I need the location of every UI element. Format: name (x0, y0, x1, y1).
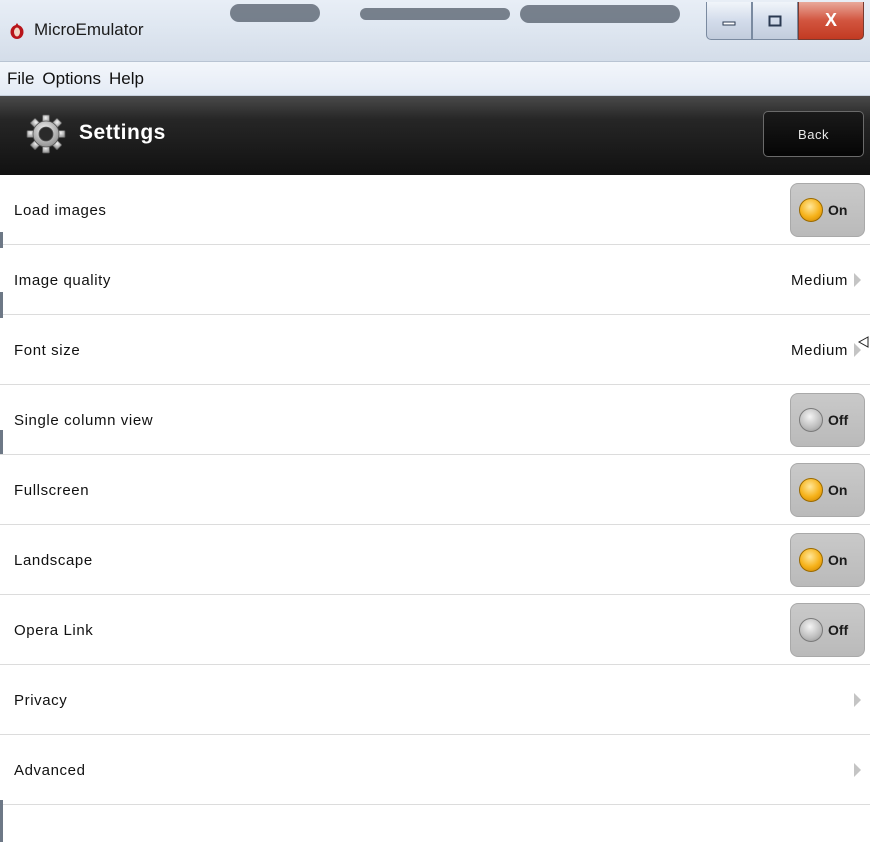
menu-help[interactable]: Help (106, 69, 147, 89)
gear-icon (26, 114, 66, 154)
toggle-state-text: On (828, 202, 848, 218)
maximize-icon (768, 15, 782, 26)
toggle-off-indicator-icon (799, 618, 823, 642)
titlebar-glass-streak (230, 4, 320, 22)
window-controls: X (706, 2, 864, 40)
window-edge-shadow (0, 800, 3, 842)
chevron-right-icon (854, 273, 861, 287)
close-button[interactable]: X (798, 2, 864, 40)
setting-value: Medium (791, 342, 848, 359)
opera-o-icon (10, 23, 24, 39)
titlebar-glass-streak (520, 5, 680, 23)
toggle-state-text: Off (828, 412, 849, 428)
setting-label: Opera Link (14, 622, 94, 639)
setting-value: Medium (791, 272, 848, 289)
chevron-right-icon (854, 763, 861, 777)
setting-label: Font size (14, 342, 81, 359)
setting-label: Single column view (14, 412, 154, 429)
setting-row-font-size[interactable]: Font size Medium (0, 315, 870, 385)
settings-list: Load images On Image quality Medium Font… (0, 175, 870, 805)
window-titlebar[interactable]: MicroEmulator X (0, 0, 870, 62)
chevron-right-icon (854, 693, 861, 707)
menu-options[interactable]: Options (39, 69, 104, 89)
setting-row-privacy[interactable]: Privacy (0, 665, 870, 735)
setting-label: Load images (14, 202, 107, 219)
setting-label: Landscape (14, 552, 93, 569)
toggle-on-indicator-icon (799, 548, 823, 572)
setting-label: Privacy (14, 692, 68, 709)
setting-label: Advanced (14, 762, 86, 779)
setting-row-landscape[interactable]: Landscape On (0, 525, 870, 595)
toggle-on-indicator-icon (799, 198, 823, 222)
setting-row-single-column-view[interactable]: Single column view Off (0, 385, 870, 455)
menu-bar: File Options Help (0, 62, 870, 96)
fullscreen-toggle[interactable]: On (790, 463, 865, 517)
setting-label: Image quality (14, 272, 112, 289)
window-edge-shadow (0, 430, 3, 454)
setting-row-image-quality[interactable]: Image quality Medium (0, 245, 870, 315)
titlebar-glass-streak (360, 8, 510, 20)
setting-label: Fullscreen (14, 482, 90, 499)
settings-header: Settings Back (0, 96, 870, 175)
toggle-state-text: On (828, 482, 848, 498)
load-images-toggle[interactable]: On (790, 183, 865, 237)
toggle-on-indicator-icon (799, 478, 823, 502)
window-title: MicroEmulator (34, 20, 144, 39)
back-button[interactable]: Back (763, 111, 864, 157)
close-icon: X (824, 10, 837, 30)
setting-row-load-images[interactable]: Load images On (0, 175, 870, 245)
minimize-button[interactable] (706, 2, 752, 40)
setting-row-opera-link[interactable]: Opera Link Off (0, 595, 870, 665)
opera-link-toggle[interactable]: Off (790, 603, 865, 657)
toggle-off-indicator-icon (799, 408, 823, 432)
mouse-cursor-icon (857, 336, 869, 348)
window-edge-shadow (0, 292, 3, 318)
toggle-state-text: On (828, 552, 848, 568)
single-column-view-toggle[interactable]: Off (790, 393, 865, 447)
window-edge-shadow (0, 232, 3, 248)
landscape-toggle[interactable]: On (790, 533, 865, 587)
toggle-state-text: Off (828, 622, 849, 638)
setting-row-fullscreen[interactable]: Fullscreen On (0, 455, 870, 525)
minimize-icon (722, 21, 736, 25)
maximize-button[interactable] (752, 2, 798, 40)
setting-row-advanced[interactable]: Advanced (0, 735, 870, 805)
menu-file[interactable]: File (4, 69, 37, 89)
page-title: Settings (79, 121, 166, 144)
